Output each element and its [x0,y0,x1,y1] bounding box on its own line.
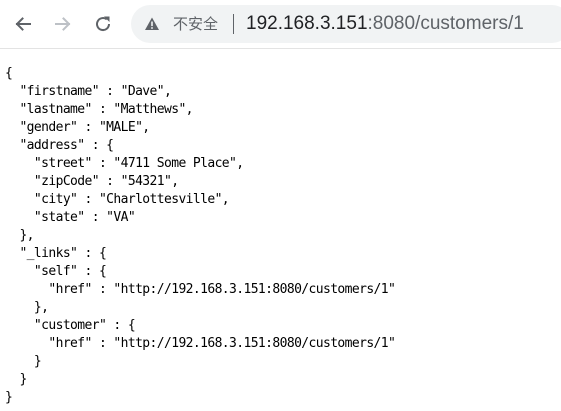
json-line: "address" : { [5,138,114,153]
security-status-label[interactable]: 不安全 [173,14,218,34]
json-line: "firstname" : "Dave", [5,84,172,99]
json-line: } [5,354,42,369]
json-response-body: { "firstname" : "Dave", "lastname" : "Ma… [5,65,396,407]
json-line: }, [5,300,49,315]
json-line: "state" : "VA" [5,210,136,225]
reload-icon [96,16,111,32]
reload-button[interactable] [89,10,117,38]
url-path: :8080/customers/1 [367,13,524,34]
json-line: "zipCode" : "54321", [5,174,179,189]
json-line: "href" : "http://192.168.3.151:8080/cust… [5,336,396,351]
json-line: "href" : "http://192.168.3.151:8080/cust… [5,282,396,297]
json-line: "lastname" : "Matthews", [5,102,193,117]
url-text[interactable]: 192.168.3.151:8080/customers/1 [246,13,524,35]
url-host: 192.168.3.151 [246,13,368,34]
json-line: { [5,66,13,81]
forward-button[interactable] [49,10,77,38]
page-content: { "firstname" : "Dave", "lastname" : "Ma… [0,50,561,411]
json-line: } [5,372,27,387]
warning-triangle-icon[interactable] [144,16,160,32]
json-line: "self" : { [5,264,107,279]
json-line: } [5,390,13,405]
browser-toolbar: 不安全 192.168.3.151:8080/customers/1 [0,0,561,49]
json-line: }, [5,228,34,243]
arrow-right-icon [55,17,71,31]
json-line: "customer" : { [5,318,136,333]
json-line: "city" : "Charlottesville", [5,192,230,207]
arrow-left-icon [15,17,31,31]
json-line: "gender" : "MALE", [5,120,150,135]
json-line: "street" : "4711 Some Place", [5,156,244,171]
json-line: "_links" : { [5,246,107,261]
back-button[interactable] [9,10,37,38]
address-bar[interactable]: 不安全 192.168.3.151:8080/customers/1 [131,5,561,43]
divider [233,14,234,34]
